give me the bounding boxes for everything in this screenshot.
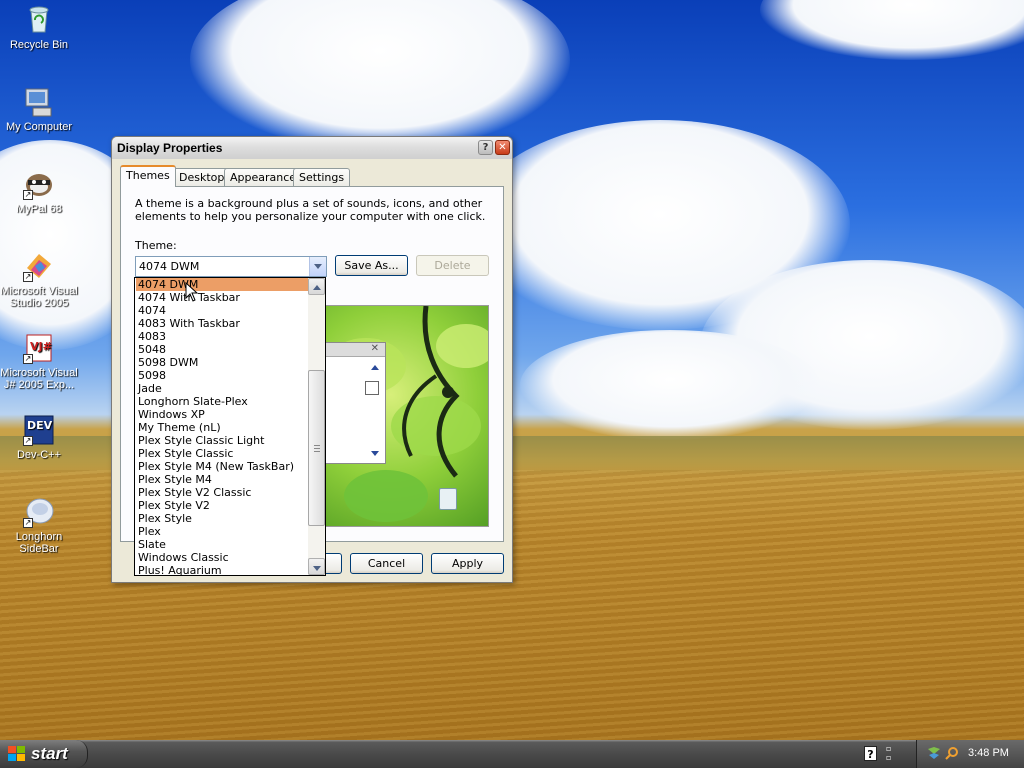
scroll-down-button[interactable] — [308, 558, 325, 575]
tab-settings[interactable]: Settings — [293, 168, 351, 186]
theme-option[interactable]: Plex Style V2 — [136, 499, 309, 512]
theme-option[interactable]: 5048 — [136, 343, 309, 356]
sidebar-icon: ↗ — [23, 496, 55, 528]
theme-option[interactable]: 4074 DWM — [136, 278, 309, 291]
theme-label: Theme: — [135, 239, 177, 252]
tab-desktop[interactable]: Desktop — [173, 168, 231, 186]
visual-studio-icon: ↗ — [23, 250, 55, 282]
theme-option[interactable]: Plex Style Classic — [136, 447, 309, 460]
network-tray-icon[interactable] — [927, 746, 940, 760]
visual-jsharp-icon: VJ# ↗ — [23, 332, 55, 364]
preview-recycle-bin-icon — [439, 488, 457, 510]
dropdown-scrollbar[interactable] — [308, 278, 325, 575]
desktop-icon-dev-cpp[interactable]: DEV ↗ Dev-C++ — [0, 414, 79, 461]
grip-line — [314, 448, 320, 449]
chevron-up-icon — [313, 285, 321, 290]
help-tray-icon[interactable]: ? — [864, 746, 877, 761]
preview-close-icon: ✕ — [370, 343, 379, 354]
save-as-button[interactable]: Save As... — [335, 255, 408, 276]
desktop-icon-my-computer[interactable]: My Computer — [0, 86, 79, 133]
desktop-icon-label: Recycle Bin — [9, 39, 69, 51]
theme-option[interactable]: 4074 With Taskbar — [136, 291, 309, 304]
dev-cpp-icon: DEV ↗ — [23, 414, 55, 446]
theme-option[interactable]: Plex Style — [136, 512, 309, 525]
start-label: start — [31, 744, 68, 763]
desktop-icon-label: Longhorn SideBar — [15, 531, 63, 555]
theme-select[interactable]: 4074 DWM — [135, 256, 327, 277]
restore-tray-icon[interactable]: ▫ ▫ — [886, 744, 896, 762]
theme-option[interactable]: Plex — [136, 525, 309, 538]
apply-button[interactable]: Apply — [431, 553, 504, 574]
title-bar[interactable]: Display Properties ? ✕ — [112, 137, 512, 159]
theme-option[interactable]: Plus! Aquarium — [136, 564, 309, 575]
theme-option[interactable]: Windows Classic — [136, 551, 309, 564]
desktop-icon-label: My Computer — [5, 121, 73, 133]
theme-option[interactable]: 4083 — [136, 330, 309, 343]
preview-checkbox — [365, 381, 379, 395]
delete-button[interactable]: Delete — [416, 255, 489, 276]
theme-option[interactable]: Slate — [136, 538, 309, 551]
shortcut-arrow-icon: ↗ — [23, 190, 33, 200]
cloud — [190, 0, 570, 150]
theme-option[interactable]: Plex Style Classic Light — [136, 434, 309, 447]
desktop-icon-visual-studio[interactable]: ↗ Microsoft Visual Studio 2005 — [0, 250, 79, 309]
tab-themes[interactable]: Themes — [120, 165, 176, 187]
window-title: Display Properties — [117, 141, 223, 155]
chevron-down-icon — [314, 264, 322, 269]
mypal-icon: ↗ — [23, 168, 55, 200]
svg-text:DEV: DEV — [27, 419, 53, 432]
theme-dropdown-list[interactable]: 4074 DWM 4074 With Taskbar 4074 4083 With T… — [134, 277, 326, 576]
desktop-icon-label: Microsoft Visual J# 2005 Exp... — [0, 367, 78, 391]
theme-option[interactable]: Windows XP — [136, 408, 309, 421]
clock: 3:48 PM — [968, 747, 1009, 759]
desktop-icon-label: Microsoft Visual Studio 2005 — [0, 285, 78, 309]
theme-option[interactable]: Plex Style M4 — [136, 473, 309, 486]
shortcut-arrow-icon: ↗ — [23, 518, 33, 528]
shortcut-arrow-icon: ↗ — [23, 436, 33, 446]
theme-option[interactable]: 5098 DWM — [136, 356, 309, 369]
dropdown-arrow-button[interactable] — [309, 257, 326, 276]
theme-option[interactable]: Jade — [136, 382, 309, 395]
theme-option[interactable]: My Theme (nL) — [136, 421, 309, 434]
my-computer-icon — [23, 86, 55, 118]
desktop-icon-visual-jsharp[interactable]: VJ# ↗ Microsoft Visual J# 2005 Exp... — [0, 332, 79, 391]
grip-line — [314, 451, 320, 452]
theme-option[interactable]: 5098 — [136, 369, 309, 382]
scroll-thumb[interactable] — [308, 370, 325, 526]
search-tray-icon[interactable] — [945, 746, 959, 760]
chevron-down-icon — [313, 566, 321, 571]
theme-option[interactable]: 4074 — [136, 304, 309, 317]
shortcut-arrow-icon: ↗ — [23, 354, 33, 364]
desktop-icon-mypal[interactable]: ↗ MyPal 68 — [0, 168, 79, 215]
desktop-icon-label: Dev-C++ — [16, 449, 62, 461]
shortcut-arrow-icon: ↗ — [23, 272, 33, 282]
desktop-icon-label: MyPal 68 — [16, 203, 62, 215]
desktop-icon-sidebar[interactable]: ↗ Longhorn SideBar — [0, 496, 79, 555]
cancel-button[interactable]: Cancel — [350, 553, 423, 574]
windows-logo-icon — [8, 746, 26, 765]
taskbar: start ? ▫ ▫ 3:48 PM — [0, 740, 1024, 768]
preview-scroll-up-icon — [371, 365, 379, 370]
svg-text:VJ#: VJ# — [30, 340, 52, 353]
help-button[interactable]: ? — [478, 140, 493, 155]
mouse-cursor-icon — [185, 281, 199, 305]
start-button[interactable]: start — [0, 740, 88, 768]
cloud — [760, 0, 1024, 60]
theme-option[interactable]: Plex Style V2 Classic — [136, 486, 309, 499]
recycle-bin-icon — [23, 4, 55, 36]
theme-select-value: 4074 DWM — [139, 260, 200, 273]
cloud — [520, 330, 820, 440]
theme-option[interactable]: Plex Style M4 (New TaskBar) — [136, 460, 309, 473]
grip-line — [314, 445, 320, 446]
theme-option[interactable]: Longhorn Slate-Plex — [136, 395, 309, 408]
close-button[interactable]: ✕ — [495, 140, 510, 155]
preview-scroll-down-icon — [371, 451, 379, 456]
scroll-up-button[interactable] — [308, 278, 325, 295]
theme-option[interactable]: 4083 With Taskbar — [136, 317, 309, 330]
theme-description: A theme is a background plus a set of so… — [135, 197, 486, 223]
desktop-icon-recycle-bin[interactable]: Recycle Bin — [0, 4, 79, 51]
tab-appearance[interactable]: Appearance — [224, 168, 303, 186]
